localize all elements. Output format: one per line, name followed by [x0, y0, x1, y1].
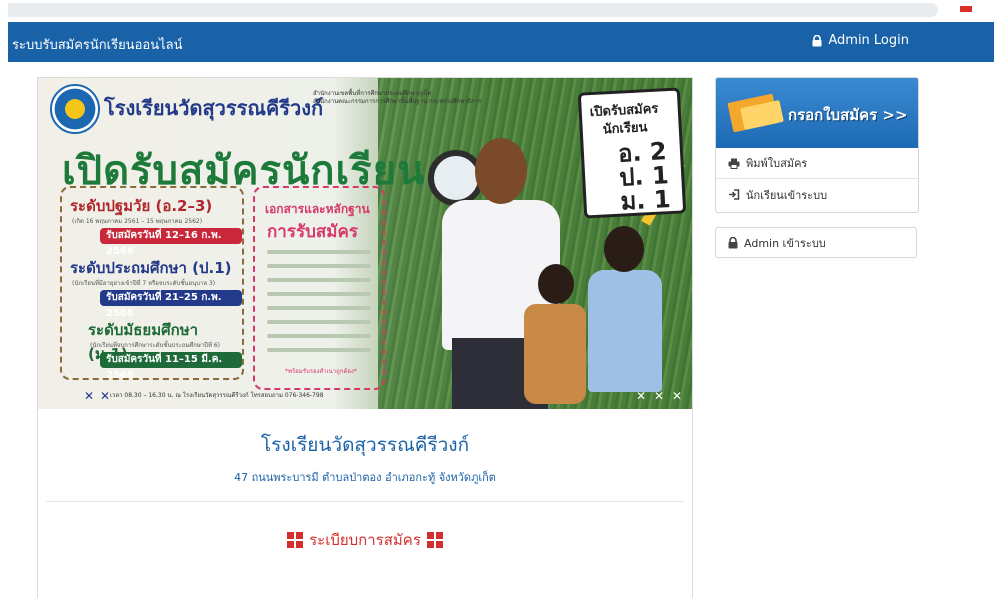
banner-agency-line: สำนักงานคณะกรรมการการศึกษาขั้นพื้นฐาน กร… — [313, 98, 482, 105]
sign-in-icon — [728, 189, 740, 200]
student-login-label: นักเรียนเข้าระบบ — [746, 188, 828, 202]
levels-box: ระดับปฐมวัย (อ.2–3) (เกิด 16 พฤษภาคม 256… — [60, 186, 244, 381]
address-bar[interactable] — [8, 3, 938, 17]
documents-title: เอกสารและหลักฐาน — [265, 202, 370, 216]
divider — [46, 501, 684, 502]
apply-form-label: กรอกใบสมัคร >> — [788, 106, 908, 124]
rules-heading: ระเบียบการสมัคร — [38, 528, 692, 552]
admission-banner: โรงเรียนวัดสุวรรณคีรีวงก์ สำนักงานเขตพื้… — [38, 78, 692, 409]
school-address: 47 ถนนพระบารมี ตำบลป่าตอง อำเภอกะทู้ จัง… — [234, 471, 496, 484]
banner-school-name: โรงเรียนวัดสุวรรณคีรีวงก์ — [104, 96, 324, 120]
student-figure-head — [475, 138, 527, 204]
document-item — [267, 278, 371, 282]
th-large-icon — [426, 532, 443, 548]
banner-agency-line: สำนักงานเขตพื้นที่การศึกษาประถมศึกษาภูเก… — [313, 90, 432, 97]
document-item — [267, 334, 371, 338]
child-figure — [524, 304, 586, 404]
browser-chrome — [0, 0, 994, 20]
sidebar-menu: กรอกใบสมัคร >> พิมพ์ใบสมัคร นักเรียนเข้า… — [715, 77, 919, 213]
girl-figure-head — [604, 226, 644, 272]
th-large-icon — [287, 532, 304, 548]
document-item — [267, 264, 371, 268]
lock-icon — [728, 236, 738, 249]
sign-grade: ม. 1 — [619, 185, 672, 216]
level-note: (นักเรียนที่จบการศึกษาระดับชั้นประถมศึกษ… — [90, 342, 220, 349]
document-item — [267, 250, 371, 254]
level-dates: รับสมัครวันที่ 12–16 ก.พ. 2566 — [100, 228, 242, 257]
level-dates: รับสมัครวันที่ 11–15 มี.ค. 2566 — [100, 352, 242, 381]
admission-sign: เปิดรับสมัคร นักเรียน อ. 2 ป. 1 ม. 1 — [577, 87, 687, 219]
level-title: ระดับประถมศึกษา (ป.1) — [70, 259, 232, 277]
level-dates: รับสมัครวันที่ 21–25 ก.พ. 2566 — [100, 290, 242, 319]
main-panel: โรงเรียนวัดสุวรรณคีรีวงก์ สำนักงานเขตพื้… — [37, 77, 693, 598]
x-decoration-icon: ✕ — [84, 389, 95, 403]
document-item — [267, 320, 371, 324]
documents-subtitle: การรับสมัคร — [267, 222, 358, 242]
rules-heading-label: ระเบียบการสมัคร — [309, 531, 421, 549]
admin-login-link[interactable]: Admin Login — [812, 33, 909, 48]
lock-icon — [812, 34, 822, 47]
documents-box: เอกสารและหลักฐาน การรับสมัคร *พร้อมรับรอ… — [253, 186, 385, 390]
level-note: (เกิด 16 พฤษภาคม 2561 – 15 พฤษภาคม 2562) — [72, 218, 203, 225]
document-item — [267, 292, 371, 296]
x-decoration-icon: ✕ — [672, 389, 683, 403]
school-name: โรงเรียนวัดสุวรรณคีรีวงก์ — [260, 434, 470, 456]
document-item — [267, 306, 371, 310]
admin-login-label: Admin Login — [828, 33, 909, 48]
documents-note: *พร้อมรับรองสำเนาถูกต้อง* — [285, 368, 357, 375]
child-figure-head — [538, 264, 574, 304]
navbar: ระบบรับสมัครนักเรียนออนไลน์ Admin Login — [8, 22, 994, 62]
apply-form-button[interactable]: กรอกใบสมัคร >> — [716, 78, 918, 148]
banner-footer: เวลา 08.30 – 16.30 น. ณ โรงเรียนวัดสุวรร… — [110, 392, 324, 399]
student-login-link[interactable]: นักเรียนเข้าระบบ — [716, 179, 918, 210]
level-note: (นักเรียนที่มีอายุย่างเข้าปีที่ 7 หรือจบ… — [72, 280, 216, 287]
banner-agency: สำนักงานเขตพื้นที่การศึกษาประถมศึกษาภูเก… — [313, 90, 493, 106]
admin-login-button-label: Admin เข้าระบบ — [744, 236, 826, 250]
print-application-link[interactable]: พิมพ์ใบสมัคร — [716, 148, 918, 179]
print-application-label: พิมพ์ใบสมัคร — [746, 157, 808, 170]
x-decoration-icon: ✕ — [636, 389, 647, 403]
print-icon — [728, 158, 740, 169]
navbar-brand[interactable]: ระบบรับสมัครนักเรียนออนไลน์ — [12, 34, 182, 55]
x-decoration-icon: ✕ — [654, 389, 665, 403]
girl-figure — [588, 270, 662, 392]
document-item — [267, 348, 371, 352]
school-logo — [50, 84, 100, 134]
browser-indicator — [960, 6, 972, 12]
admin-login-button[interactable]: Admin เข้าระบบ — [715, 227, 917, 258]
level-title: ระดับปฐมวัย (อ.2–3) — [70, 197, 213, 215]
x-decoration-icon: ✕ — [100, 389, 111, 403]
